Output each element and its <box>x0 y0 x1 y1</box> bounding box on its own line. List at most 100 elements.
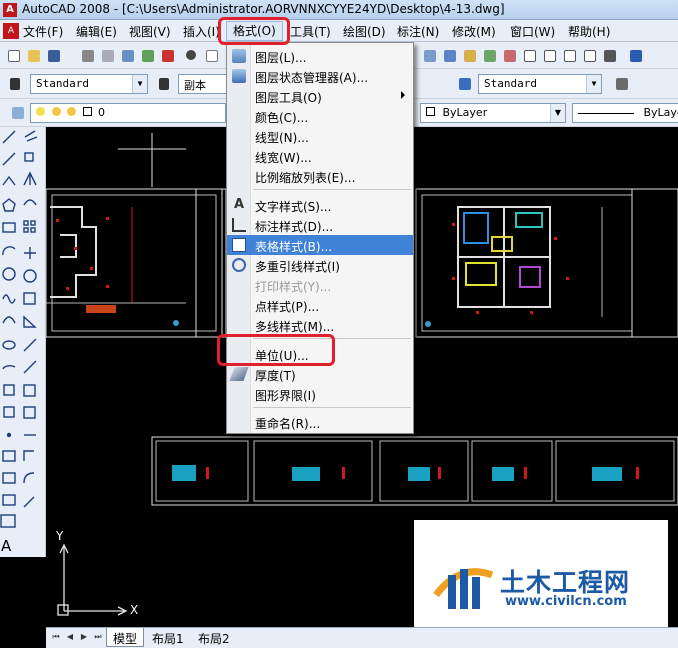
move-tool-icon <box>24 247 36 259</box>
dbconnect-icon[interactable] <box>580 46 598 64</box>
menu-item-scale-list[interactable]: 比例缩放列表(E)... <box>227 166 413 186</box>
design-center-icon[interactable] <box>440 46 458 64</box>
menu-help[interactable]: 帮助(H) <box>568 23 610 40</box>
menu-separator <box>253 338 411 339</box>
civilcn-logo-icon <box>433 568 494 609</box>
menu-item-point-style[interactable]: 点样式(P)... <box>227 295 413 315</box>
text-style-icon: A <box>233 197 245 212</box>
menu-item-layer[interactable]: 图层(L)... <box>227 46 413 66</box>
rotate-tool-icon <box>23 269 37 283</box>
chevron-down-icon[interactable]: ▼ <box>586 75 601 93</box>
menu-item-layer-tools[interactable]: 图层工具(O) <box>227 86 413 106</box>
menu-format[interactable]: 格式(O) <box>226 21 283 41</box>
dim-style-icon <box>232 218 246 232</box>
markup-icon[interactable] <box>500 46 518 64</box>
layer-combo[interactable]: 0 <box>30 103 226 123</box>
explode-tool-icon <box>23 496 35 508</box>
chevron-down-icon[interactable]: ▼ <box>132 75 147 93</box>
tool-palettes-icon[interactable] <box>460 46 478 64</box>
tab-layout2[interactable]: 布局2 <box>192 628 236 647</box>
menu-item-units[interactable]: 单位(U)... <box>227 344 413 364</box>
lightbulb-icon <box>36 107 45 116</box>
external-ref-icon[interactable] <box>560 46 578 64</box>
menu-dimension[interactable]: 标注(N) <box>397 23 439 40</box>
prev-tab-icon[interactable]: ◀ <box>64 630 76 644</box>
mleader-style-toolbar-icon[interactable] <box>612 74 630 92</box>
menu-file[interactable]: 文件(F) <box>23 23 63 40</box>
menu-item-color[interactable]: 颜色(C)... <box>227 106 413 126</box>
3d-dwf-icon[interactable] <box>138 46 156 64</box>
thickness-icon <box>229 367 249 381</box>
ucs-y-label: Y <box>56 529 64 543</box>
menu-item-mleader-style[interactable]: 多重引线样式(I) <box>227 255 413 275</box>
help-icon[interactable] <box>626 46 644 64</box>
menu-edit[interactable]: 编辑(E) <box>76 23 117 40</box>
color-swatch-icon <box>426 107 435 116</box>
menu-item-lineweight[interactable]: 线宽(W)... <box>227 146 413 166</box>
calculator-icon[interactable] <box>600 46 618 64</box>
cut-icon[interactable] <box>182 46 200 64</box>
color-combo[interactable]: ByLayer ▼ <box>420 103 566 123</box>
plot-icon[interactable] <box>158 46 176 64</box>
menu-modify[interactable]: 修改(M) <box>452 23 496 40</box>
menu-item-dim-style[interactable]: 标注样式(D)... <box>227 215 413 235</box>
polygon-tool-icon <box>2 198 16 212</box>
tab-layout1[interactable]: 布局1 <box>146 628 190 647</box>
menu-item-text-style[interactable]: A 文字样式(S)... <box>227 195 413 215</box>
menu-item-multiline-style[interactable]: 多线样式(M)... <box>227 315 413 335</box>
menu-item-drawing-limits[interactable]: 图形界限(I) <box>227 384 413 404</box>
dim-style-value: 副本 <box>184 79 206 92</box>
layer-value: 0 <box>98 106 105 119</box>
next-tab-icon[interactable]: ▶ <box>78 630 90 644</box>
chevron-down-icon[interactable]: ▼ <box>550 104 565 122</box>
first-tab-icon[interactable]: ⏮ <box>50 630 62 644</box>
chamfer-tool-icon <box>23 450 34 461</box>
properties-icon[interactable] <box>420 46 438 64</box>
print-icon[interactable] <box>78 46 96 64</box>
text-style-combo[interactable]: Standard ▼ <box>30 74 148 94</box>
sheet-set-icon[interactable] <box>480 46 498 64</box>
stretch-tool-icon <box>23 315 37 328</box>
extend-tool-icon <box>23 360 37 374</box>
linetype-value: ByLaye <box>643 106 678 119</box>
menu-item-linetype[interactable]: 线型(N)... <box>227 126 413 146</box>
print-preview-icon[interactable] <box>98 46 116 64</box>
menu-draw[interactable]: 绘图(D) <box>343 23 386 40</box>
publish-icon[interactable] <box>118 46 136 64</box>
menu-item-table-style[interactable]: 表格样式(B)... <box>227 235 413 255</box>
dim-style-combo[interactable]: 副本 <box>178 74 228 94</box>
copy-tool-icon <box>24 152 34 162</box>
menu-insert[interactable]: 插入(I) <box>183 23 220 40</box>
copy-icon[interactable] <box>202 46 220 64</box>
table-style-combo[interactable]: Standard ▼ <box>478 74 602 94</box>
dim-style-toolbar-icon[interactable] <box>155 74 173 92</box>
mtext-tool-icon: A <box>1 537 12 555</box>
layer-state-icon <box>232 69 246 83</box>
grid-view-icon[interactable] <box>520 46 538 64</box>
menu-view[interactable]: 视图(V) <box>129 23 171 40</box>
save-icon[interactable] <box>44 46 62 64</box>
menu-item-layer-state-manager[interactable]: 图层状态管理器(A)... <box>227 66 413 86</box>
document-menu-icon[interactable]: A <box>3 23 19 39</box>
new-file-icon[interactable] <box>4 46 22 64</box>
menu-tools[interactable]: 工具(T) <box>290 23 331 40</box>
open-file-icon[interactable] <box>24 46 42 64</box>
ellipse-tool-icon <box>2 340 16 350</box>
menu-item-thickness[interactable]: 厚度(T) <box>227 364 413 384</box>
menu-window[interactable]: 窗口(W) <box>510 23 555 40</box>
layer-manager-icon[interactable] <box>8 103 26 121</box>
autocad-app-icon[interactable]: A <box>3 3 17 17</box>
table-style-icon <box>232 238 246 252</box>
gradient-tool-icon <box>2 472 16 484</box>
tab-model[interactable]: 模型 <box>106 628 145 647</box>
text-style-toolbar-icon[interactable] <box>6 74 24 92</box>
mirror-tool-icon <box>23 171 37 186</box>
menu-item-rename[interactable]: 重命名(R)... <box>227 412 413 432</box>
revcloud-tool-icon <box>2 294 16 304</box>
last-tab-icon[interactable]: ⏭ <box>92 630 104 644</box>
ellipse-arc-tool-icon <box>2 365 16 370</box>
block-editor-icon[interactable] <box>540 46 558 64</box>
table-style-toolbar-icon[interactable] <box>455 74 473 92</box>
format-menu-dropdown: 图层(L)... 图层状态管理器(A)... 图层工具(O) 颜色(C)... … <box>226 42 414 434</box>
linetype-combo[interactable]: ByLaye <box>572 103 678 123</box>
